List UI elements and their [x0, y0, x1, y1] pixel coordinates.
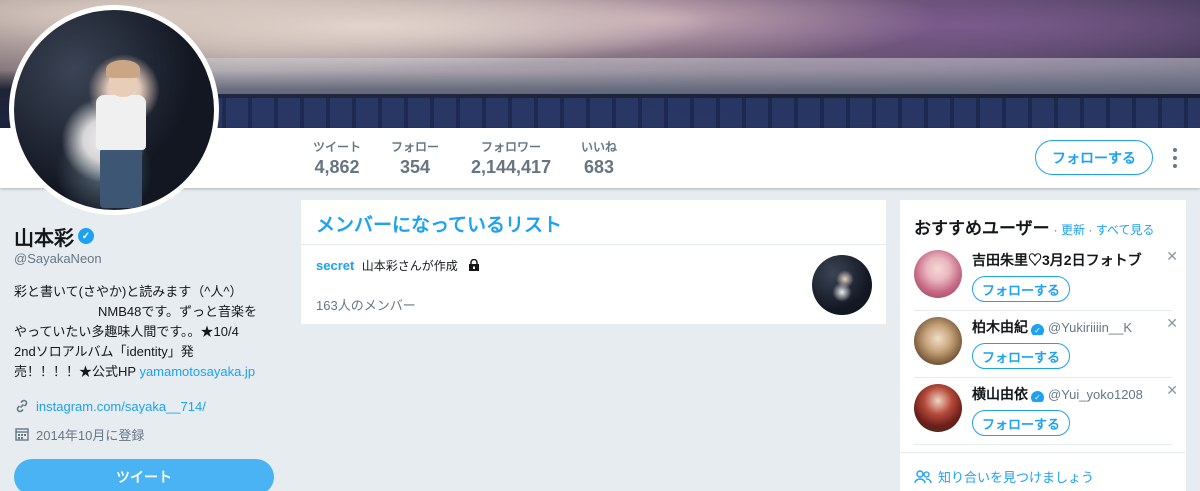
stat-followers[interactable]: フォロワー 2,144,417 — [471, 138, 551, 178]
banner-stage — [180, 58, 1200, 94]
recommended-user: 横山由依 ✓ @Yui_yoko1208 フォローする ✕ — [914, 378, 1178, 445]
recommended-user: 吉田朱里♡3月2日フォトブ フォローする ✕ — [914, 244, 1178, 311]
user-name[interactable]: 吉田朱里♡3月2日フォトブ — [972, 252, 1142, 268]
user-name[interactable]: 横山由依 — [972, 386, 1028, 402]
stat-value: 2,144,417 — [471, 157, 552, 177]
stat-following[interactable]: フォロー 354 — [391, 138, 439, 178]
joined-date: 2014年10月に登録 — [36, 427, 145, 443]
dismiss-icon[interactable]: ✕ — [1166, 248, 1178, 265]
follow-button[interactable]: フォローする — [1035, 140, 1153, 175]
stat-value: 354 — [399, 157, 431, 177]
verified-badge-icon: ✓ — [1031, 391, 1044, 402]
user-name[interactable]: 柏木由紀 — [972, 319, 1028, 335]
follow-button[interactable]: フォローする — [972, 276, 1070, 302]
stat-tweets[interactable]: ツイート 4,862 — [313, 138, 361, 178]
stat-label: いいね — [581, 140, 618, 154]
stat-label: ツイート — [313, 140, 362, 154]
follow-button[interactable]: フォローする — [972, 343, 1070, 369]
dismiss-icon[interactable]: ✕ — [1166, 382, 1178, 399]
banner-seats — [200, 98, 1200, 128]
list-name[interactable]: secret — [316, 258, 354, 273]
user-avatar[interactable] — [914, 317, 962, 365]
profile-avatar[interactable] — [9, 5, 219, 215]
list-avatar — [812, 255, 872, 315]
stat-label: フォロワー — [481, 140, 542, 154]
link-icon — [16, 399, 28, 413]
find-friends-link[interactable]: 知り合いを見つけましょう — [900, 452, 1186, 491]
user-handle[interactable]: @Yukiriiiin__K — [1048, 320, 1132, 335]
stat-value: 683 — [583, 157, 615, 177]
tweet-to-button[interactable]: ツイート — [14, 459, 274, 491]
list-member-count: 163人のメンバー — [316, 298, 416, 313]
list-creator: 山本彩さんが作成 — [361, 259, 458, 273]
user-avatar[interactable] — [914, 384, 962, 432]
view-all-link[interactable]: すべて見る — [1096, 223, 1155, 237]
calendar-icon — [15, 428, 29, 441]
profile-handle[interactable]: @SayakaNeon — [14, 251, 284, 266]
follow-button[interactable]: フォローする — [972, 410, 1070, 436]
stat-likes[interactable]: いいね 683 — [581, 138, 617, 178]
lock-icon — [469, 259, 480, 271]
verified-badge-icon: ✓ — [1031, 324, 1044, 335]
stat-label: フォロー — [391, 140, 440, 154]
bio-link[interactable]: yamamotosayaka.jp — [139, 364, 255, 379]
lists-title: メンバーになっているリスト — [301, 200, 886, 245]
user-avatar[interactable] — [914, 250, 962, 298]
profile-bio: 彩と書いて(さやか)と読みます（^人^） NMB48です。ずっと音楽を やってい… — [14, 284, 258, 379]
more-options-icon[interactable] — [1168, 146, 1182, 170]
people-icon — [914, 469, 932, 483]
who-to-follow-panel: おすすめユーザー · 更新 · すべて見る 吉田朱里♡3月2日フォトブ フォロー… — [899, 199, 1187, 491]
joined-row: 2014年10月に登録 — [14, 424, 284, 444]
who-to-follow-title: おすすめユーザー — [914, 219, 1050, 238]
verified-badge-icon: ✓ — [78, 228, 94, 244]
recommended-user: 柏木由紀 ✓ @Yukiriiiin__K フォローする ✕ — [914, 311, 1178, 378]
dismiss-icon[interactable]: ✕ — [1166, 315, 1178, 332]
stat-value: 4,862 — [314, 157, 360, 177]
member-lists-panel: メンバーになっているリスト secret 山本彩さんが作成 163人のメンバー — [300, 199, 887, 325]
website-row: instagram.com/sayaka__714/ — [14, 396, 284, 416]
website-link[interactable]: instagram.com/sayaka__714/ — [36, 399, 206, 414]
list-item[interactable]: secret 山本彩さんが作成 163人のメンバー — [301, 245, 886, 325]
profile-card: 山本彩 ✓ @SayakaNeon 彩と書いて(さやか)と読みます（^人^） N… — [14, 222, 284, 444]
user-handle[interactable]: @Yui_yoko1208 — [1048, 387, 1143, 402]
refresh-link[interactable]: 更新 — [1061, 223, 1085, 237]
profile-name[interactable]: 山本彩 — [14, 222, 74, 251]
